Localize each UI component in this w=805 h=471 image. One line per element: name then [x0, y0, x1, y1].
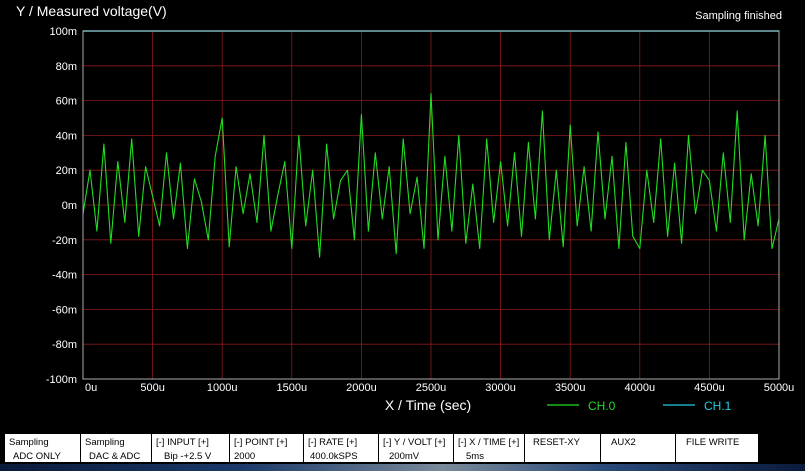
- button-label: Sampling: [9, 437, 49, 448]
- y-tick-label: -20m: [52, 235, 77, 247]
- legend-ch1-label: CH.1: [704, 399, 732, 413]
- x-axis-label: X / Time (sec): [385, 397, 471, 413]
- control-button-bar: Sampling ADC ONLY Sampling DAC & ADC [-]…: [4, 433, 759, 463]
- y-tick-label: 20m: [56, 165, 77, 177]
- chart-title: Y / Measured voltage(V): [16, 3, 167, 19]
- x-tick-label: 3500u: [555, 382, 586, 394]
- desktop-wallpaper-strip: [0, 464, 805, 471]
- x-tick-label: 500u: [140, 382, 164, 394]
- y-tick-label: -100m: [46, 374, 77, 386]
- button-label: [-] X / TIME [+]: [458, 437, 520, 448]
- oscilloscope-chart: Y / Measured voltage(V) Sampling finishe…: [0, 0, 805, 471]
- y-tick-label: -80m: [52, 339, 77, 351]
- y-tick-label: 100m: [49, 26, 77, 38]
- y-tick-label: -60m: [52, 304, 77, 316]
- button-value: DAC & ADC: [89, 451, 141, 462]
- x-tick-label: 0u: [85, 382, 97, 394]
- x-tick-label: 2500u: [416, 382, 447, 394]
- sampling-adc-only-button[interactable]: Sampling ADC ONLY: [5, 434, 81, 462]
- button-label: AUX2: [611, 437, 636, 448]
- button-label: [-] Y / VOLT [+]: [383, 437, 446, 448]
- status-text: Sampling finished: [695, 10, 782, 22]
- sampling-dac-adc-button[interactable]: Sampling DAC & ADC: [81, 434, 152, 462]
- button-label: Sampling: [85, 437, 125, 448]
- y-volt-scale-button[interactable]: [-] Y / VOLT [+] 200mV: [379, 434, 454, 462]
- x-tick-label: 2000u: [346, 382, 377, 394]
- button-value: 200mV: [389, 451, 420, 462]
- x-tick-label: 1000u: [207, 382, 238, 394]
- x-tick-label: 5000u: [764, 382, 795, 394]
- button-value: 5ms: [466, 451, 484, 462]
- x-tick-label: 4500u: [694, 382, 725, 394]
- button-value: 400.0kSPS: [310, 451, 358, 462]
- button-value: 2000: [234, 451, 256, 462]
- button-label: RESET-XY: [533, 437, 580, 448]
- button-value: ADC ONLY: [13, 451, 61, 462]
- aux2-button[interactable]: AUX2: [601, 434, 676, 462]
- button-value: Bip -+2.5 V: [164, 451, 212, 462]
- button-label: [-] RATE [+]: [308, 437, 358, 448]
- legend-ch0-label: CH.0: [588, 399, 616, 413]
- y-tick-label: 0m: [62, 200, 77, 212]
- sample-rate-button[interactable]: [-] RATE [+] 400.0kSPS: [304, 434, 379, 462]
- button-label: FILE WRITE: [686, 437, 740, 448]
- x-tick-label: 4000u: [625, 382, 656, 394]
- y-tick-label: -40m: [52, 270, 77, 282]
- button-label: [-] POINT [+]: [234, 437, 288, 448]
- file-write-button[interactable]: FILE WRITE: [676, 434, 758, 462]
- button-label: [-] INPUT [+]: [156, 437, 209, 448]
- x-time-scale-button[interactable]: [-] X / TIME [+] 5ms: [454, 434, 525, 462]
- reset-xy-button[interactable]: RESET-XY: [525, 434, 601, 462]
- y-tick-label: 40m: [56, 130, 77, 142]
- point-count-button[interactable]: [-] POINT [+] 2000: [230, 434, 304, 462]
- y-tick-label: 60m: [56, 96, 77, 108]
- input-range-button[interactable]: [-] INPUT [+] Bip -+2.5 V: [152, 434, 230, 462]
- x-tick-label: 3000u: [485, 382, 516, 394]
- y-tick-label: 80m: [56, 61, 77, 73]
- x-tick-label: 1500u: [277, 382, 308, 394]
